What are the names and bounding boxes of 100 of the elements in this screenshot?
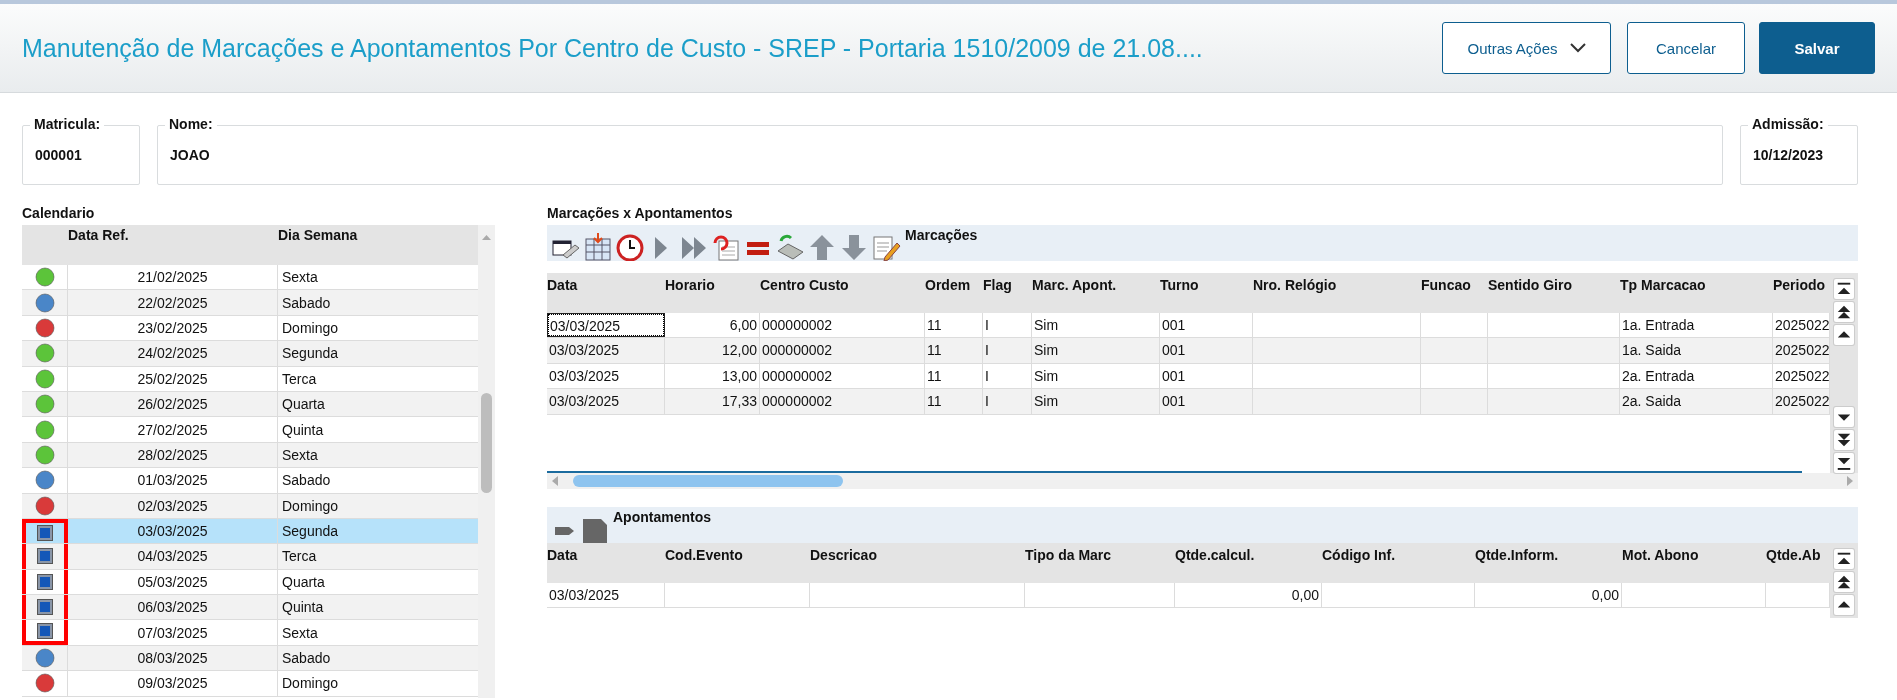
column-header: Turno xyxy=(1160,276,1200,295)
table-cell-text: Terca xyxy=(281,369,318,389)
table-cell: I xyxy=(983,338,1032,363)
table-cell-text: Terca xyxy=(281,547,318,567)
table-cell: 000000002 xyxy=(760,313,925,338)
calendar-row[interactable]: 02/03/2025 Domingo xyxy=(22,493,478,519)
column-header: Código Inf. xyxy=(1322,545,1397,565)
calculator-refresh-icon[interactable] xyxy=(775,233,805,261)
column-header: Ordem xyxy=(925,276,972,295)
column-header: Qtde.calcul. xyxy=(1175,545,1256,565)
save-button[interactable]: Salvar xyxy=(1759,22,1875,74)
calendar-row[interactable]: 08/03/2025 Sabado xyxy=(22,645,478,672)
table-cell-text: Quinta xyxy=(281,598,325,618)
table-cell-text: Sexta xyxy=(281,268,319,288)
table-cell: 1a. Entrada xyxy=(1620,313,1773,338)
column-header: Dia Semana xyxy=(278,226,359,245)
table-cell-text: Sexta xyxy=(281,445,319,465)
table-cell: 1a. Saida xyxy=(1620,338,1773,363)
column-header: Periodo xyxy=(1773,276,1827,295)
table-cell: 000000002 xyxy=(760,363,925,389)
calendar-row[interactable]: 09/03/2025 Domingo xyxy=(22,671,478,697)
more-actions-button[interactable]: Outras Ações xyxy=(1442,22,1611,74)
page-title: Manutenção de Marcações e Apontamentos Por Centro de Custo - SREP - Portaria 1510/2009 de 21.08.... xyxy=(22,33,1204,63)
table-cell: 02/03/2025 xyxy=(68,493,278,518)
table-cell: 0,00 xyxy=(1175,582,1322,607)
table-cell: Sim xyxy=(1032,313,1160,338)
column-header: Tipo da Marc xyxy=(1025,545,1113,565)
table-cell-text: Domingo xyxy=(281,496,340,516)
table-cell: Sim xyxy=(1032,389,1160,414)
calendar-row[interactable]: 21/02/2025 Sexta xyxy=(22,265,478,291)
clock-icon[interactable] xyxy=(615,233,645,261)
table-cell: 001 xyxy=(1160,363,1253,389)
calendar-row[interactable]: 25/02/2025 Terca xyxy=(22,366,478,392)
table-cell: Sim xyxy=(1032,338,1160,363)
column-header: Centro Custo xyxy=(760,276,850,295)
table-cell: 11 xyxy=(925,338,983,363)
table-cell: 24/02/2025 xyxy=(68,341,278,366)
calendar-row[interactable]: 24/02/2025 Segunda xyxy=(22,341,478,367)
toolbar-title: Apontamentos xyxy=(613,508,711,525)
table-cell: 11 xyxy=(925,389,983,414)
calendar-row[interactable]: 07/03/2025 Sexta xyxy=(22,620,478,646)
scrollbar-thumb[interactable] xyxy=(481,393,492,493)
calendar-row[interactable]: 03/03/2025 Segunda xyxy=(22,518,478,545)
scroll-to-bottom-button[interactable] xyxy=(1834,452,1854,473)
calendar-row[interactable]: 01/03/2025 Sabado xyxy=(22,468,478,494)
page-up-button[interactable] xyxy=(1834,302,1854,322)
status-square-icon xyxy=(37,599,53,616)
calendar-row[interactable]: 22/02/2025 Sabado xyxy=(22,290,478,316)
table-cell: I xyxy=(983,389,1032,414)
calendar-row[interactable]: 23/02/2025 Domingo xyxy=(22,315,478,342)
table-cell: Sim xyxy=(1032,363,1160,389)
scroll-to-top-button[interactable] xyxy=(1834,279,1854,299)
status-square-icon xyxy=(37,622,53,639)
page-up-button[interactable] xyxy=(1834,571,1854,592)
calendar-row[interactable]: 04/03/2025 Terca xyxy=(22,544,478,570)
scroll-up-button[interactable] xyxy=(1834,594,1854,615)
table-cell-text: Domingo xyxy=(281,318,340,338)
status-square-icon xyxy=(37,525,53,542)
column-header: Qtde.Inform. xyxy=(1475,545,1560,565)
scroll-up-button[interactable] xyxy=(1834,325,1854,345)
column-header: Tp Marcacao xyxy=(1620,276,1707,295)
vertical-scrollbar[interactable] xyxy=(478,225,495,698)
table-cell: 0,00 xyxy=(1475,582,1622,607)
table-cell-text: Segunda xyxy=(281,522,340,542)
table-cell: 03/03/2025 xyxy=(547,389,665,414)
column-header: Funcao xyxy=(1421,276,1472,295)
table-cell: 04/03/2025 xyxy=(68,544,278,569)
status-square-icon xyxy=(37,548,53,565)
column-header: Descricao xyxy=(810,545,878,565)
scrollbar-thumb[interactable] xyxy=(573,474,843,487)
page-down-button[interactable] xyxy=(1834,429,1854,450)
table-cell-text: Quarta xyxy=(281,572,326,592)
table-cell-text: Quarta xyxy=(281,395,326,415)
table-cell: I xyxy=(983,313,1032,338)
cancel-button[interactable]: Cancelar xyxy=(1627,22,1745,74)
table-cell: 03/03/2025 xyxy=(68,518,278,544)
calendar-row[interactable]: 28/02/2025 Sexta xyxy=(22,442,478,469)
scroll-down-button[interactable] xyxy=(1834,406,1854,427)
scroll-to-top-button[interactable] xyxy=(1834,548,1854,569)
calendar-row[interactable]: 27/02/2025 Quinta xyxy=(22,417,478,443)
table-cell: 6,00 xyxy=(665,313,760,338)
column-header: Qtde.Ab xyxy=(1766,545,1822,565)
calendar-row[interactable]: 26/02/2025 Quarta xyxy=(22,391,478,418)
table-cell: 13,00 xyxy=(665,363,760,389)
calendar-row[interactable]: 06/03/2025 Quinta xyxy=(22,595,478,621)
table-cell-text: Sexta xyxy=(281,623,319,643)
table-cell-text: Domingo xyxy=(281,674,340,694)
table-cell: 03/03/2025 xyxy=(547,363,665,389)
table-cell-text: Sabado xyxy=(281,649,332,669)
table-cell: 05/03/2025 xyxy=(68,569,278,595)
document-pencil-icon[interactable] xyxy=(871,233,901,261)
column-header: Sentido Giro xyxy=(1488,276,1573,295)
table-cell: 000000002 xyxy=(760,338,925,363)
table-cell: 12,00 xyxy=(665,338,760,363)
table-cell: 000000002 xyxy=(760,389,925,414)
undo-document-icon[interactable] xyxy=(711,233,741,261)
table-cell-text: Sabado xyxy=(281,293,332,313)
calendar-row[interactable]: 05/03/2025 Quarta xyxy=(22,569,478,596)
column-header: Cod.Evento xyxy=(665,545,744,565)
calendar-table-icon[interactable] xyxy=(583,233,613,261)
